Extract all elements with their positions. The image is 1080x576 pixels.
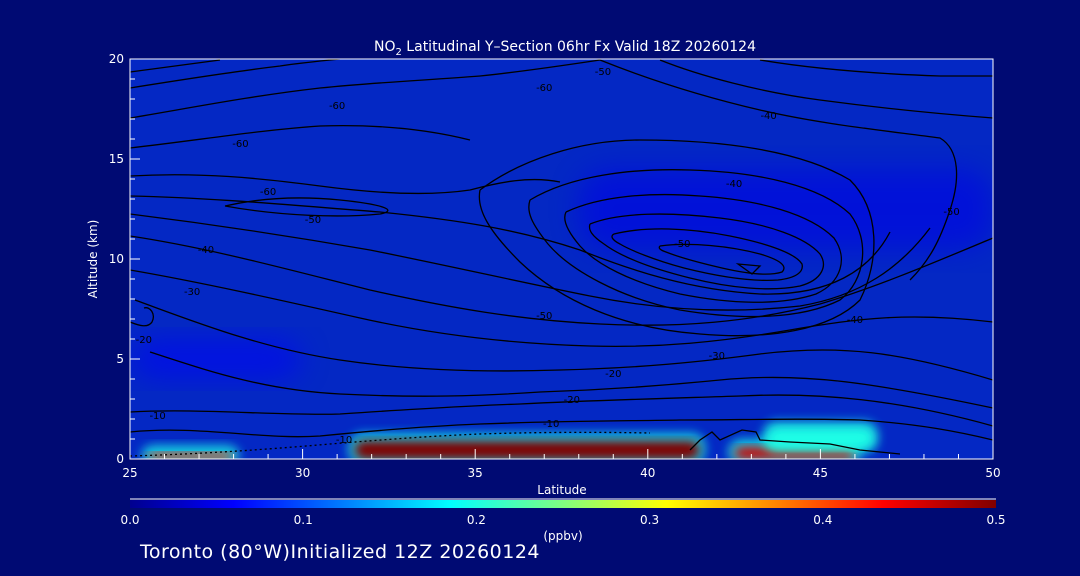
- contour-label: -40: [760, 111, 776, 122]
- colorbar-scale: [130, 500, 996, 508]
- colorbar-ticks: 0.0 0.1 0.2 0.3 0.4 0.5: [120, 513, 1005, 527]
- colorbar-tick-label: 0.1: [294, 513, 313, 527]
- colorbar: 0.0 0.1 0.2 0.3 0.4 0.5 (ppbv): [120, 498, 1006, 543]
- y-axis-label: Altitude (km): [86, 220, 100, 299]
- contour-label: -30: [184, 287, 200, 298]
- concentration-core: [578, 169, 993, 249]
- plot-area: -10 -10 -20 -30 -40 -50 -60 -60 -60 -60 -50 -40 -40 -…: [129, 58, 994, 460]
- contour-label: -60: [536, 83, 552, 94]
- contour-label: -50: [943, 207, 959, 218]
- contour-label: -20: [564, 395, 580, 406]
- y-tick-label: 0: [116, 452, 124, 466]
- contour-label: -30: [709, 351, 725, 362]
- contour-label: -50: [536, 311, 552, 322]
- contour-label: -50: [674, 239, 690, 250]
- colorbar-label: (ppbv): [543, 529, 582, 543]
- colorbar-tick-label: 0.0: [120, 513, 139, 527]
- x-tick-label: 45: [813, 466, 828, 480]
- concentration-core: [768, 429, 873, 447]
- footer-caption: Toronto (80°W)Initialized 12Z 20260124: [140, 541, 541, 563]
- contour-label: -10: [149, 411, 165, 422]
- y-tick-label: 15: [109, 152, 124, 166]
- x-tick-label: 25: [122, 466, 137, 480]
- contour-label: -20: [605, 369, 621, 380]
- contour-label: -60: [232, 139, 248, 150]
- contour-label: -10: [543, 419, 559, 430]
- x-tick-label: 50: [985, 466, 1000, 480]
- plot-background: [130, 59, 993, 459]
- x-tick-label: 30: [295, 466, 310, 480]
- contour-label: -10: [336, 435, 352, 446]
- colorbar-tick-label: 0.2: [467, 513, 486, 527]
- contour-label: -50: [305, 215, 321, 226]
- x-tick-label: 40: [640, 466, 655, 480]
- contour-label: -50: [595, 67, 611, 78]
- contour-label: -60: [329, 101, 345, 112]
- colorbar-tick-label: 0.5: [986, 513, 1005, 527]
- contour-label: -40: [726, 179, 742, 190]
- contour-label: -40: [198, 245, 214, 256]
- contour-label: -60: [260, 187, 276, 198]
- colorbar-tick-label: 0.4: [813, 513, 832, 527]
- concentration-region: [578, 169, 993, 249]
- y-tick-label: 20: [109, 52, 124, 66]
- y-tick-label: 10: [109, 252, 124, 266]
- x-axis-label: Latitude: [537, 483, 586, 497]
- concentration-region: [762, 421, 879, 453]
- concentration-region: [348, 433, 706, 459]
- chart-title: NO2 Latitudinal Y–Section 06hr Fx Valid …: [374, 39, 756, 58]
- contour-label: -20: [136, 335, 152, 346]
- chart-figure: NO2 Latitudinal Y–Section 06hr Fx Valid …: [86, 39, 1006, 543]
- x-tick-label: 35: [468, 466, 483, 480]
- contour-label: -40: [847, 315, 863, 326]
- colorbar-tick-label: 0.3: [640, 513, 659, 527]
- y-tick-label: 5: [116, 352, 124, 366]
